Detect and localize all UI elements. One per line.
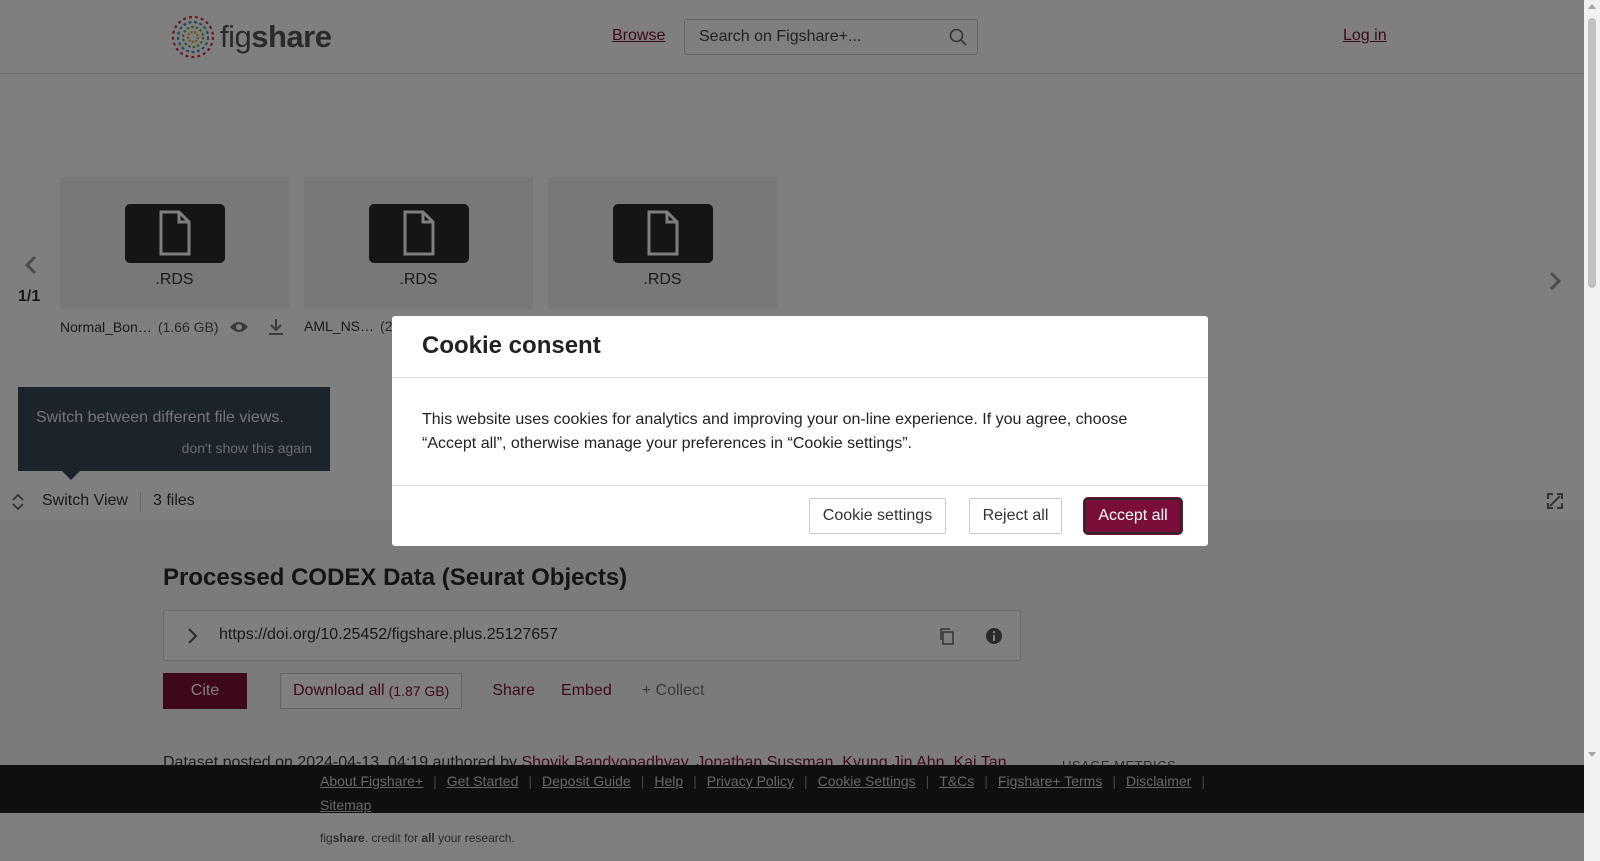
- cookie-consent-dialog: Cookie consent This website uses cookies…: [392, 316, 1208, 546]
- divider: [392, 485, 1208, 486]
- scrollbar[interactable]: [1584, 0, 1600, 861]
- scrollbar-thumb[interactable]: [1588, 18, 1596, 288]
- cookie-dialog-body: This website uses cookies for analytics …: [422, 411, 1128, 452]
- scroll-up-arrow-icon[interactable]: [1588, 4, 1596, 9]
- accept-all-button[interactable]: Accept all: [1084, 498, 1182, 534]
- divider: [392, 377, 1208, 378]
- reject-all-button[interactable]: Reject all: [969, 498, 1062, 534]
- scroll-down-arrow-icon[interactable]: [1588, 752, 1596, 757]
- cookie-settings-button[interactable]: Cookie settings: [809, 498, 946, 534]
- cookie-dialog-title: Cookie consent: [422, 332, 601, 359]
